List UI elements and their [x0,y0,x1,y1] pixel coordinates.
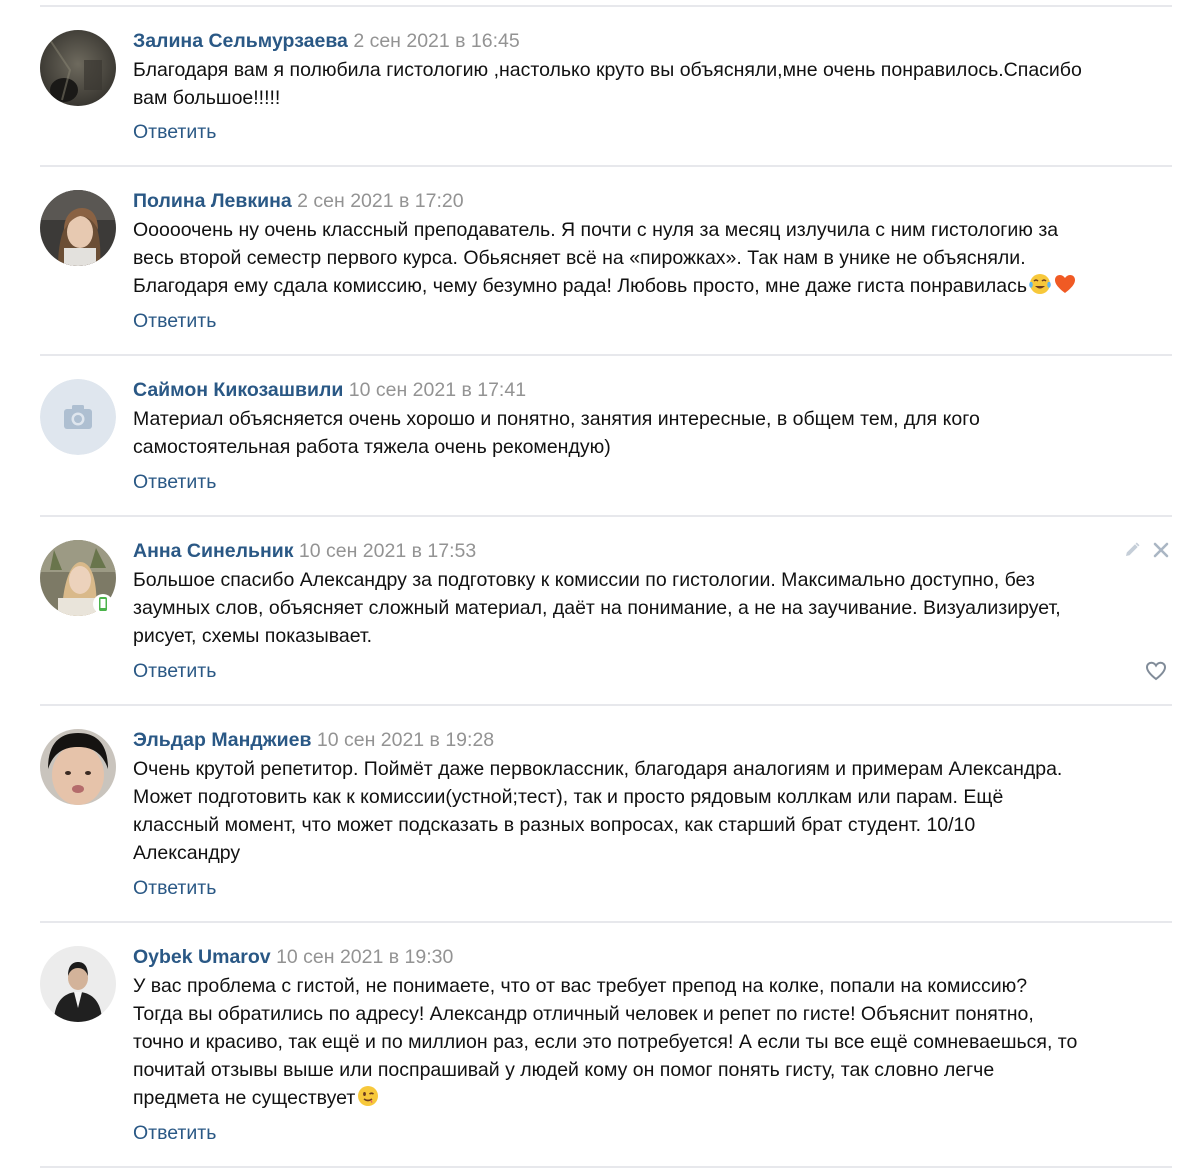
comment-separator [40,1166,1172,1168]
comment-date-link[interactable]: 10 сен 2021 в 17:53 [299,540,476,562]
comment-header: Саймон Кикозашвили 10 сен 2021 в 17:41 [133,377,526,403]
comment-date-link[interactable]: 10 сен 2021 в 19:28 [317,729,494,751]
comment-text: У вас проблема с гистой, не понимаете, ч… [133,972,1173,1116]
avatar[interactable] [40,729,116,805]
comment-date-link[interactable]: 10 сен 2021 в 17:41 [349,379,526,401]
comment-text: Большое спасибо Александру за подготовку… [133,569,1061,647]
author-name-link[interactable]: Полина Левкина [133,190,292,212]
author-name-link[interactable]: Залина Сельмурзаева [133,30,348,52]
comment-header: Анна Синельник 10 сен 2021 в 17:53 [133,538,476,564]
heart-emoji [1053,272,1077,304]
reply-button[interactable]: Ответить [133,658,216,684]
mobile-phone-icon [99,597,107,611]
comment-text-body: У вас проблема с гистой, не понимаете, ч… [133,975,1078,1109]
comment-separator [40,921,1172,923]
avatar[interactable] [40,30,116,106]
comment-date-link[interactable]: 2 сен 2021 в 16:45 [353,30,519,52]
pencil-icon[interactable] [1123,541,1141,564]
comment-text-body: Ооооочень ну очень классный преподавател… [133,219,1059,297]
online-mobile-badge [93,594,113,614]
top-separator [40,5,1172,7]
comment-separator [40,515,1172,517]
reply-button[interactable]: Ответить [133,1120,216,1146]
comment-separator [40,165,1172,167]
author-name-link[interactable]: Oybek Umarov [133,946,271,968]
author-name-link[interactable]: Саймон Кикозашвили [133,379,343,401]
reply-button[interactable]: Ответить [133,308,216,334]
comment-header: Oybek Umarov 10 сен 2021 в 19:30 [133,944,453,970]
comment-text: Благодаря вам я полюбила гистологию ,нас… [133,59,1082,109]
reply-button[interactable]: Ответить [133,469,216,495]
joy-tears-emoji [1028,272,1052,304]
avatar[interactable] [40,379,116,455]
avatar[interactable] [40,190,116,266]
reply-button[interactable]: Ответить [133,875,216,901]
avatar[interactable] [40,946,116,1022]
comment-date-link[interactable]: 10 сен 2021 в 19:30 [276,946,453,968]
wink-emoji [356,1084,380,1116]
close-icon[interactable] [1152,541,1170,564]
comment-text: Ооооочень ну очень классный преподавател… [133,216,1173,304]
author-name-link[interactable]: Анна Синельник [133,540,294,562]
comment-date-link[interactable]: 2 сен 2021 в 17:20 [297,190,463,212]
comment-header: Залина Сельмурзаева 2 сен 2021 в 16:45 [133,28,520,54]
reply-button[interactable]: Ответить [133,119,216,145]
comment-text: Материал объясняется очень хорошо и поня… [133,408,980,458]
comment-text: Очень крутой репетитор. Поймёт даже перв… [133,758,1063,864]
heart-outline-icon[interactable] [1144,659,1168,688]
comment-header: Полина Левкина 2 сен 2021 в 17:20 [133,188,464,214]
author-name-link[interactable]: Эльдар Манджиев [133,729,311,751]
comment-header: Эльдар Манджиев 10 сен 2021 в 19:28 [133,727,494,753]
comment-separator [40,704,1172,706]
comment-separator [40,354,1172,356]
